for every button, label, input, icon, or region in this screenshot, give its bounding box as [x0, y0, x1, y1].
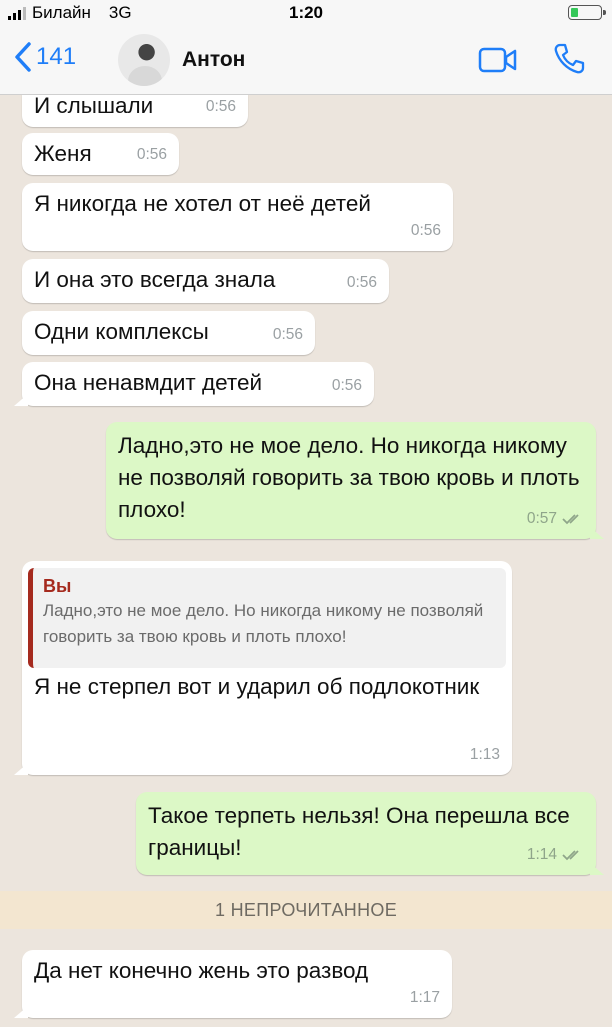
quote-author: Вы — [43, 576, 72, 596]
message-time: 0:56 — [331, 377, 362, 394]
message-time: 0:56 — [346, 274, 377, 291]
message-bubble[interactable]: Такое терпеть нельзя! Она перешла все гр… — [136, 792, 604, 875]
phone-call-icon[interactable] — [552, 42, 586, 76]
message-text: Такое терпеть нельзя! Она перешла все гр… — [148, 803, 570, 860]
message-bubble[interactable]: И слышали 0:56 — [22, 95, 248, 127]
bubble-tail — [14, 763, 28, 775]
battery-icon — [568, 5, 606, 20]
contact-name[interactable]: Антон — [182, 48, 245, 72]
message-bubble[interactable]: Ладно,это не мое дело. Но никогда никому… — [106, 422, 604, 539]
avatar[interactable] — [118, 34, 170, 86]
clock: 1:20 — [288, 3, 324, 22]
message-bubble[interactable]: И она это всегда знала 0:56 — [22, 259, 389, 303]
message-bubble[interactable]: Женя 0:56 — [22, 133, 179, 175]
message-time: 0:57 — [527, 503, 584, 535]
reply-quote[interactable]: Вы Ладно,это не мое дело. Но никогда ник… — [28, 568, 506, 668]
quote-text: Ладно,это не мое дело. Но никогда никому… — [43, 601, 484, 646]
back-button[interactable]: 141 — [14, 42, 76, 72]
message-bubble[interactable]: Да нет конечно жень это развод 1:17 — [14, 950, 452, 1018]
message-text: Да нет конечно жень это развод — [34, 958, 369, 983]
message-time: 0:56 — [410, 222, 441, 239]
chat-header: 141 Антон — [0, 24, 612, 95]
double-check-icon — [562, 850, 579, 861]
message-text: Одни комплексы — [34, 319, 209, 344]
message-text: Я никогда не хотел от неё детей — [34, 191, 371, 216]
message-text: Я не стерпел вот и ударил об подлокотник — [34, 674, 480, 699]
message-text: И она это всегда знала — [34, 267, 276, 292]
bubble-tail — [14, 1006, 28, 1018]
message-time: 0:56 — [272, 326, 303, 343]
status-bar: Билайн 3G 1:20 — [0, 0, 612, 24]
chevron-left-icon — [15, 42, 31, 72]
message-time: 0:56 — [136, 146, 167, 163]
video-call-icon[interactable] — [478, 46, 518, 74]
bubble-tail — [590, 527, 604, 539]
message-list[interactable]: И слышали 0:56 Женя 0:56 Я никогда не хо… — [0, 95, 612, 1027]
message-time: 0:56 — [205, 98, 236, 115]
unread-banner: 1 НЕПРОЧИТАННОЕ — [0, 891, 612, 929]
message-bubble[interactable]: Одни комплексы 0:56 — [22, 311, 315, 355]
message-text: Она ненавмдит детей — [34, 370, 263, 395]
back-count: 141 — [36, 43, 77, 70]
message-time: 1:14 — [527, 839, 584, 871]
message-time: 1:13 — [469, 746, 500, 763]
message-bubble[interactable]: Вы Ладно,это не мое дело. Но никогда ник… — [14, 561, 512, 775]
message-bubble[interactable]: Она ненавмдит детей 0:56 — [14, 362, 374, 406]
message-bubble[interactable]: Я никогда не хотел от неё детей 0:56 — [22, 183, 453, 251]
message-time: 1:17 — [409, 989, 440, 1006]
message-text: Ладно,это не мое дело. Но никогда никому… — [118, 433, 580, 522]
bubble-tail — [590, 863, 604, 875]
double-check-icon — [562, 514, 579, 525]
bubble-tail — [14, 394, 28, 406]
